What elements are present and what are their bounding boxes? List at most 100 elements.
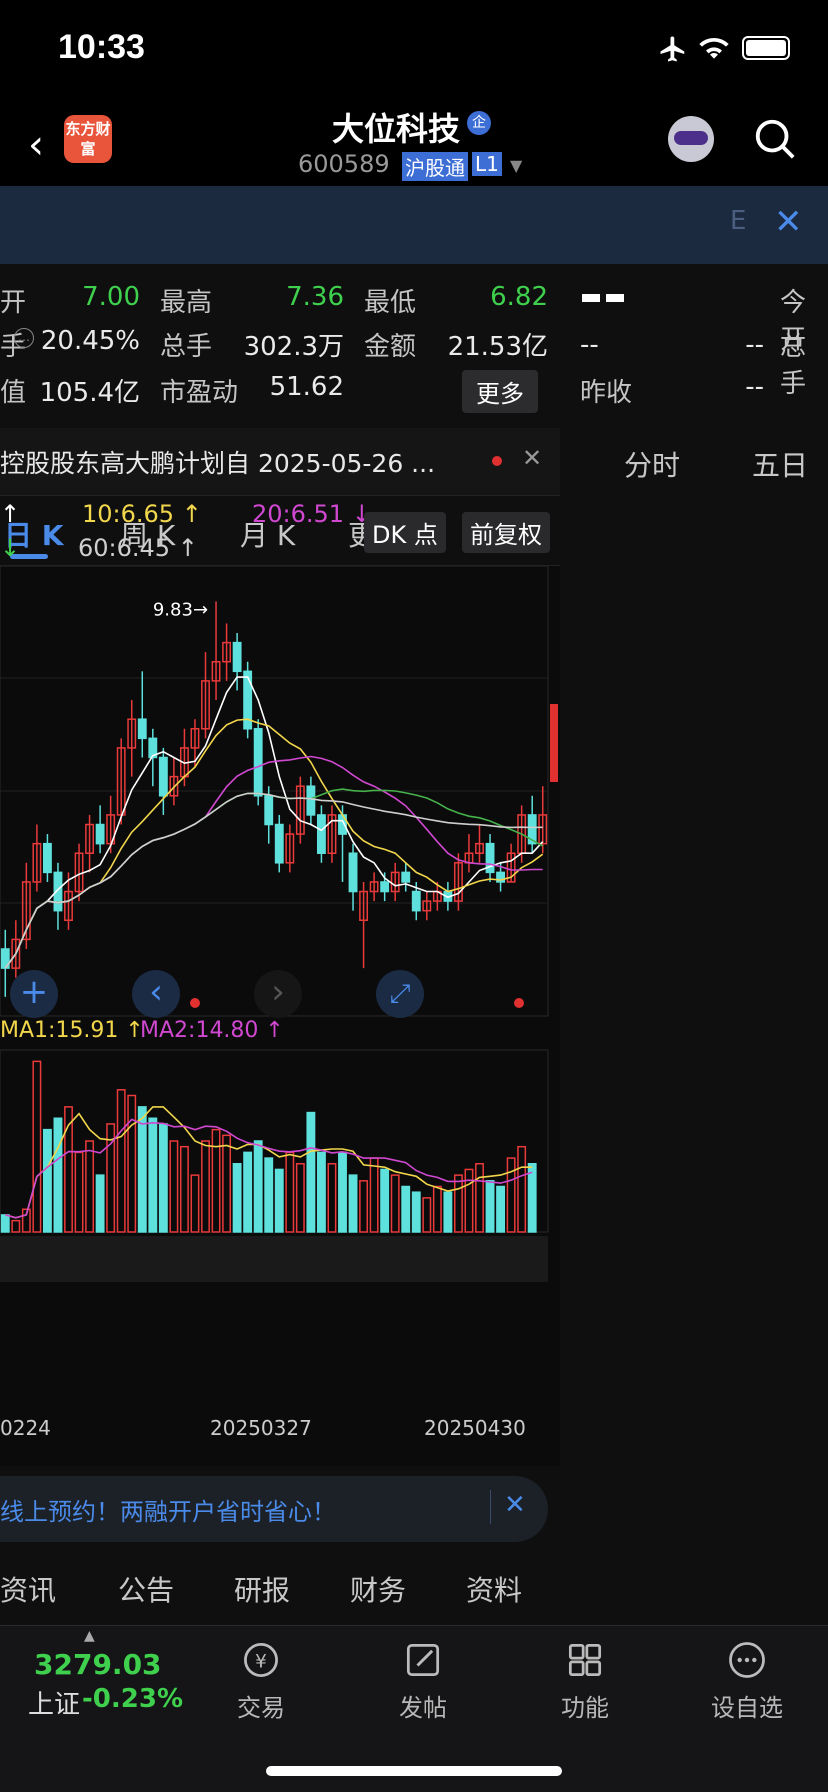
volume-bar xyxy=(190,1174,200,1233)
high-label: 最高 xyxy=(160,288,213,318)
next-button[interactable]: › xyxy=(254,970,302,1018)
max-price-label: 9.83→ xyxy=(153,599,208,620)
market-cap-label: 值 xyxy=(0,378,27,408)
date-axis-bg xyxy=(0,1236,548,1282)
tab-news[interactable]: 资讯 xyxy=(0,1569,56,1609)
index-value[interactable]: 3279.03 xyxy=(34,1648,162,1681)
market-cap-value: 105.4亿 xyxy=(39,378,140,408)
nav-post[interactable]: 发帖 xyxy=(368,1638,478,1723)
zoom-in-button[interactable]: + xyxy=(10,970,58,1018)
dk-point-button[interactable]: DK 点 xyxy=(364,512,446,553)
tab-finance[interactable]: 财务 xyxy=(350,1569,406,1609)
volume-bar xyxy=(222,1134,232,1233)
price-marker xyxy=(550,704,558,782)
volume-bar xyxy=(169,1140,179,1233)
dash-mark xyxy=(606,294,624,302)
volume-bar xyxy=(443,1191,453,1233)
level-tag: L1 xyxy=(472,152,502,176)
tab-announcement[interactable]: 公告 xyxy=(118,1569,174,1609)
dropdown-icon[interactable]: ▼ xyxy=(510,156,522,175)
status-time: 10:33 xyxy=(58,28,145,66)
pe-label: 市盈动 xyxy=(160,378,239,408)
volume-label: 总手 xyxy=(160,332,213,362)
candle xyxy=(158,756,168,797)
ma60-label: 60:6.45 ↑ xyxy=(78,534,198,562)
volume-bar xyxy=(348,1174,358,1233)
promo-bar[interactable]: 线上预约！两融开户省时省心！ ✕ xyxy=(0,1476,548,1542)
info-tabs: 资讯 公告 研报 财务 资料 xyxy=(0,1553,560,1621)
volume-bar xyxy=(211,1128,221,1233)
dash-mark xyxy=(582,294,600,302)
amount-label: 金额 xyxy=(364,332,417,362)
volume-bar xyxy=(42,1128,52,1233)
volume-bar xyxy=(158,1123,168,1233)
chart-area: ↑ 10:6.65 ↑ 20:6.51 ↓ ↓ 60:6.45 ↑ DK 点 前… xyxy=(0,500,560,1466)
tab-five-day[interactable]: 五日 xyxy=(752,444,808,484)
tab-profile[interactable]: 资料 xyxy=(466,1569,522,1609)
candle xyxy=(232,641,242,673)
volume-bar xyxy=(369,1157,379,1233)
close-icon[interactable]: ✕ xyxy=(522,444,542,472)
candle xyxy=(274,823,284,864)
volume-bar xyxy=(53,1117,63,1233)
volume-bar xyxy=(453,1174,463,1233)
volume-bar xyxy=(475,1163,484,1233)
volume-bar xyxy=(485,1180,495,1233)
candle xyxy=(401,871,411,883)
ma10-label: 10:6.65 ↑ xyxy=(82,500,202,528)
high-value: 7.36 xyxy=(286,282,344,312)
bottom-nav: ▲ 3279.03 上证 -0.23% ¥ 交易 发帖 功能 设自选 xyxy=(0,1625,828,1792)
candle xyxy=(95,823,105,845)
volume-bar xyxy=(411,1191,421,1233)
volume-bar xyxy=(432,1185,442,1233)
fullscreen-button[interactable]: ⤢ xyxy=(376,970,424,1018)
volume-bar xyxy=(179,1145,189,1233)
close-icon[interactable]: ✕ xyxy=(774,202,803,242)
more-icon xyxy=(729,1642,765,1678)
battery-icon xyxy=(742,36,790,60)
more-button[interactable]: 更多 xyxy=(462,370,538,413)
ma30-arrow: ↓ xyxy=(0,534,21,562)
grid-icon xyxy=(568,1643,602,1677)
divider xyxy=(490,1490,491,1524)
svg-text:¥: ¥ xyxy=(255,1651,267,1672)
previous-button[interactable]: ‹ xyxy=(132,970,180,1018)
volume-bar xyxy=(517,1145,527,1233)
expand-icon[interactable]: ▲ xyxy=(84,1628,95,1644)
volume-bar xyxy=(306,1111,316,1233)
tab-research[interactable]: 研报 xyxy=(234,1569,290,1609)
volume-bar xyxy=(201,1140,210,1233)
dash-value: -- xyxy=(745,372,764,402)
notice-text: 控股股东高大鹏计划自 2025-05-26 ... xyxy=(0,449,436,478)
info-icon[interactable]: … xyxy=(14,328,34,348)
tab-intraday[interactable]: 分时 xyxy=(624,444,680,484)
open-label: 开 xyxy=(0,288,27,318)
app-logo[interactable]: 东方财富 xyxy=(64,115,112,163)
adjust-button[interactable]: 前复权 xyxy=(462,512,550,553)
nav-trade[interactable]: ¥ 交易 xyxy=(206,1638,316,1723)
notice-bar[interactable]: 控股股东高大鹏计划自 2025-05-26 ... ✕ xyxy=(0,428,560,496)
volume-bar xyxy=(464,1168,474,1233)
volume-bar xyxy=(11,1219,21,1233)
candle xyxy=(306,785,316,816)
nav-functions[interactable]: 功能 xyxy=(530,1638,640,1723)
volume-bar xyxy=(496,1185,506,1233)
volume-bar xyxy=(116,1089,126,1233)
time-tabs: 分时 五日 xyxy=(560,428,828,496)
nav-add-watchlist[interactable]: 设自选 xyxy=(692,1638,802,1723)
enterprise-badge: 企 xyxy=(467,111,491,135)
status-bar: 10:33 xyxy=(0,0,828,100)
back-icon[interactable]: ‹ xyxy=(28,122,44,168)
trade-icon: ¥ xyxy=(244,1643,278,1677)
close-icon[interactable]: ✕ xyxy=(504,1490,526,1520)
edit-icon xyxy=(406,1643,440,1677)
search-icon[interactable] xyxy=(752,116,798,162)
home-indicator xyxy=(266,1766,562,1776)
robot-assistant-icon[interactable] xyxy=(668,116,714,162)
candle xyxy=(380,881,390,893)
candle xyxy=(137,718,147,740)
pe-value: 51.62 xyxy=(269,372,344,402)
promo-text: 线上预约！两融开户省时省心！ xyxy=(0,1498,336,1526)
marker-dot xyxy=(514,998,524,1008)
volume-bar xyxy=(401,1185,411,1233)
